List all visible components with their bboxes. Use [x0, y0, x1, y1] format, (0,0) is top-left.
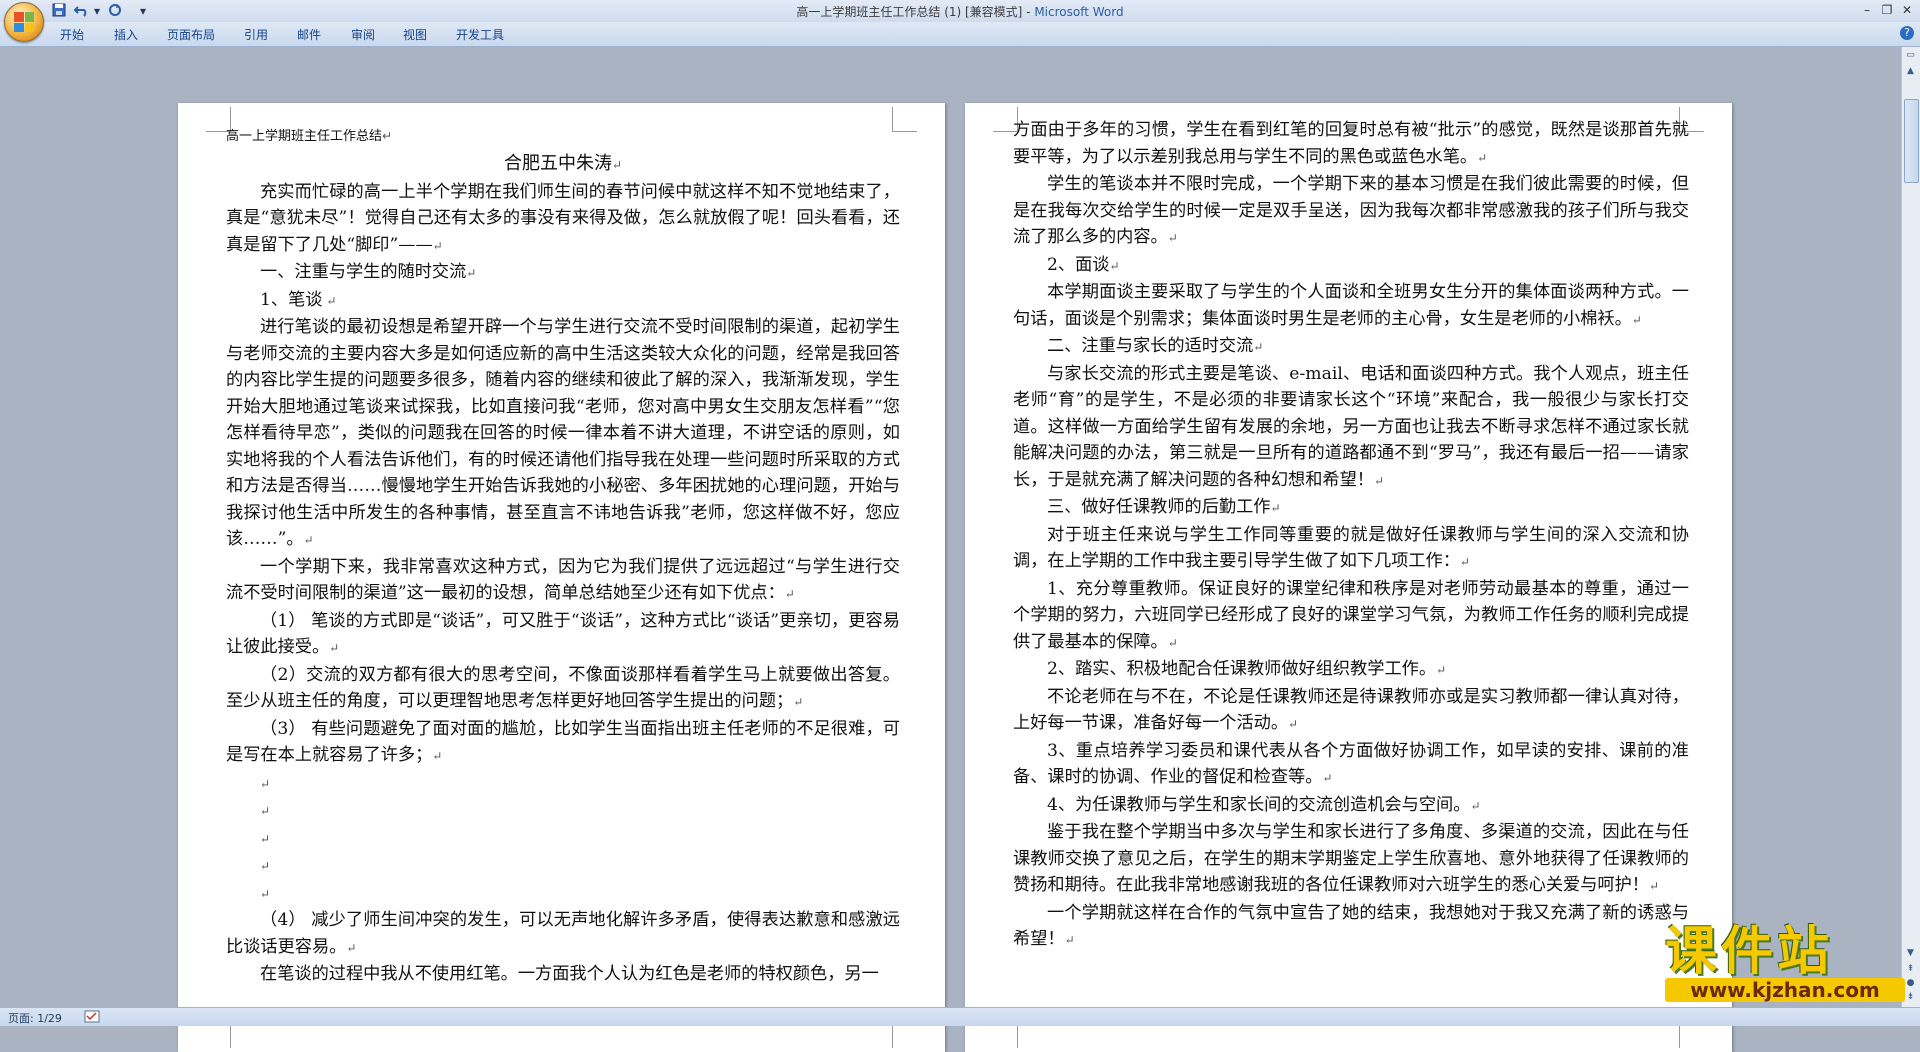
list-item: 2、踏实、积极地配合任课教师做好组织教学工作。↵ [1047, 659, 1447, 679]
list-item: （3） 有些问题避免了面对面的尴尬，比如学生当面指出班主任老师的不足很难，可是写… [226, 718, 900, 766]
paragraph: 本学期面谈主要采取了与学生的个人面谈和全班男女生分开的集体面谈两种方式。一句话，… [1013, 282, 1689, 329]
tab-home[interactable]: 开始 [60, 26, 84, 43]
proofing-icon[interactable] [84, 1010, 100, 1026]
watermark-logo: 课件站 www.kjzhan.com [1665, 924, 1905, 1004]
page-left: 高一上学期班主任工作总结↵ 合肥五中朱涛↵ 充实而忙碌的高一上半个学期在我们师生… [178, 103, 945, 1052]
list-item: 3、重点培养学习委员和课代表从各个方面做好协调工作，如早读的安排、课前的准备、课… [1013, 740, 1689, 788]
app-name: Microsoft Word [1034, 5, 1124, 19]
close-button[interactable]: ✕ [1896, 2, 1918, 18]
empty-paragraph: ↵ [260, 804, 271, 818]
empty-paragraph: ↵ [260, 776, 271, 791]
watermark-brand: 课件站 [1665, 922, 1834, 982]
paragraph: 进行笔谈的最初设想是希望开辟一个与学生进行交流不受时间限制的渠道，起初学生与老师… [226, 317, 900, 549]
section-heading: 三、做好任课教师的后勤工作↵ [1047, 497, 1281, 517]
crop-mark [206, 1023, 231, 1048]
subsection-heading: 2、面谈↵ [1047, 254, 1120, 275]
paragraph: 一个学期下来，我非常喜欢这种方式，因为它为我们提供了远远超过“与学生进行交流不受… [226, 556, 900, 604]
paragraph: 鉴于我在整个学期当中多次与学生和家长进行了多角度、多渠道的交流，因此在与任课教师… [1013, 822, 1689, 895]
paragraph: 一个学期就这样在合作的气氛中宣告了她的结束，我想她对于我又充满了新的诱惑与希望！… [1013, 902, 1689, 950]
list-item: （2）交流的双方都有很大的思考空间，不像面谈那样看着学生马上就要做出答复。至少从… [226, 664, 900, 712]
paragraph: 不论老师在与不在，不论是任课教师还是待课教师亦或是实习教师都一律认真对待，上好每… [1013, 686, 1689, 734]
section-heading: 二、注重与家长的适时交流↵ [1047, 336, 1264, 356]
ribbon-tabs: 开始 插入 页面布局 引用 邮件 审阅 视图 开发工具 ? [0, 22, 1920, 47]
crop-mark [993, 1023, 1018, 1048]
restore-button[interactable]: ❐ [1876, 2, 1898, 18]
office-logo-icon [14, 12, 34, 32]
ruler-toggle-icon[interactable]: ▭ [1904, 49, 1917, 62]
crop-mark [1679, 1023, 1704, 1048]
vertical-scrollbar[interactable]: ▭ ▲ ▼ ⇞ ● ⇟ [1901, 47, 1920, 1007]
document-heading: 合肥五中朱涛↵ [503, 153, 623, 174]
paragraph: 学生的笔谈本并不限时完成，一个学期下来的基本习惯是在我们彼此需要的时候，但是在我… [1013, 174, 1689, 247]
document-title: 高一上学期班主任工作总结 (1) [兼容模式] - [796, 5, 1035, 19]
paragraph: 在笔谈的过程中我从不使用红笔。一方面我个人认为红色是老师的特权颜色，另一 [260, 964, 879, 984]
tab-insert[interactable]: 插入 [114, 26, 138, 43]
page-right-body[interactable]: 方面由于多年的习惯，学生在看到红笔的回复时总有被“批示”的感觉，既然是谈那首先就… [1013, 117, 1689, 954]
empty-paragraph: ↵ [260, 859, 271, 873]
page-count[interactable]: 页面: 1/29 [8, 1010, 62, 1026]
office-button[interactable] [4, 2, 44, 42]
tab-view[interactable]: 视图 [403, 26, 427, 43]
section-heading: 一、注重与学生的随时交流↵ [260, 262, 477, 282]
tab-review[interactable]: 审阅 [351, 26, 375, 43]
tab-references[interactable]: 引用 [244, 26, 268, 43]
scroll-down-icon[interactable]: ▼ [1904, 947, 1917, 960]
list-item: （1） 笔谈的方式即是“谈话”，可又胜于“谈话”，这种方式比“谈话”更亲切，更容… [226, 610, 900, 658]
previous-page-icon[interactable]: ⇞ [1904, 963, 1917, 976]
tab-developer[interactable]: 开发工具 [456, 26, 504, 43]
select-browse-object-icon[interactable]: ● [1904, 977, 1917, 990]
subsection-heading: 1、笔谈 ↵ [260, 289, 337, 310]
crop-mark [892, 1023, 917, 1048]
tab-mailings[interactable]: 邮件 [297, 26, 321, 43]
empty-paragraph: ↵ [260, 831, 271, 846]
list-item: （4） 减少了师生间冲突的发生，可以无声地化解许多矛盾，使得表达歉意和感激远比谈… [226, 910, 900, 957]
page-left-body[interactable]: 合肥五中朱涛↵ 充实而忙碌的高一上半个学期在我们师生间的春节问候中就这样不知不觉… [226, 151, 900, 988]
window-title: 高一上学期班主任工作总结 (1) [兼容模式] - Microsoft Word [0, 3, 1920, 20]
paragraph: 对于班主任来说与学生工作同等重要的就是做好任课教师与学生间的深入交流和协调，在上… [1013, 524, 1689, 572]
page-header: 高一上学期班主任工作总结↵ [226, 129, 393, 144]
scroll-thumb[interactable] [1904, 99, 1919, 183]
watermark-url: www.kjzhan.com [1665, 978, 1905, 1002]
next-page-icon[interactable]: ⇟ [1904, 991, 1917, 1004]
title-bar: ▾ ▾ 高一上学期班主任工作总结 (1) [兼容模式] - Microsoft … [0, 0, 1920, 22]
page-right: 方面由于多年的习惯，学生在看到红笔的回复时总有被“批示”的感觉，既然是谈那首先就… [965, 103, 1732, 1052]
document-area: 高一上学期班主任工作总结↵ 合肥五中朱涛↵ 充实而忙碌的高一上半个学期在我们师生… [0, 47, 1900, 1052]
tab-page-layout[interactable]: 页面布局 [167, 26, 215, 43]
list-item: 1、充分尊重教师。保证良好的课堂纪律和秩序是对老师劳动最基本的尊重，通过一个学期… [1013, 578, 1689, 652]
crop-mark [892, 107, 917, 132]
empty-paragraph: ↵ [260, 886, 271, 901]
paragraph: 方面由于多年的习惯，学生在看到红笔的回复时总有被“批示”的感觉，既然是谈那首先就… [1013, 120, 1689, 167]
minimize-button[interactable]: – [1856, 2, 1878, 18]
paragraph: 充实而忙碌的高一上半个学期在我们师生间的春节问候中就这样不知不觉地结束了，真是“… [226, 181, 900, 255]
status-bar: 页面: 1/29 [0, 1007, 1920, 1026]
scroll-up-icon[interactable]: ▲ [1904, 65, 1917, 78]
help-icon[interactable]: ? [1900, 26, 1914, 40]
list-item: 4、为任课教师与学生和家长间的交流创造机会与空间。↵ [1047, 794, 1481, 815]
paragraph: 与家长交流的形式主要是笔谈、e-mail、电话和面谈四种方式。我个人观点，班主任… [1013, 363, 1689, 490]
